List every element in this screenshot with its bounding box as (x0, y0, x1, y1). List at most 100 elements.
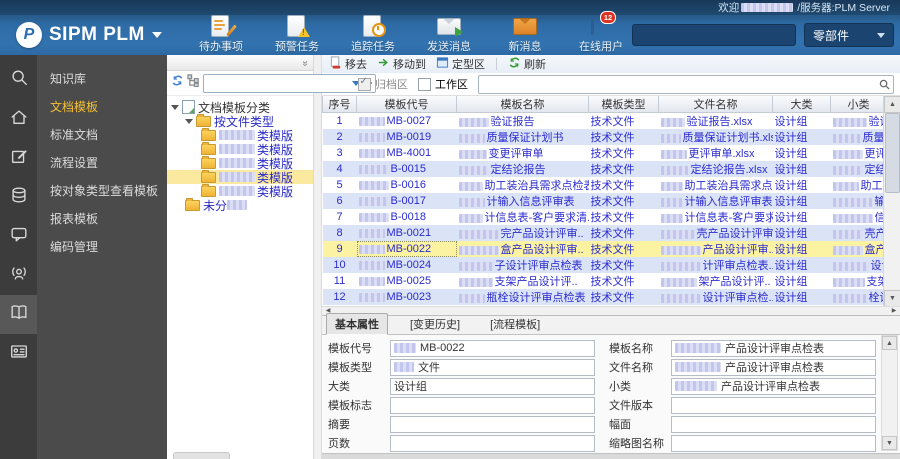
table-search-input[interactable] (479, 77, 879, 91)
tree-view-icon[interactable] (187, 74, 200, 92)
table-row[interactable]: 5B-0016助工装治具需求点检表技术文件助工装治具需求点检..设计组助工装治具… (323, 177, 886, 193)
fixed-zone-button[interactable]: 定型区 (433, 56, 488, 72)
refresh-button[interactable]: 刷新 (505, 56, 549, 72)
col-template-code[interactable]: 模板代号 (356, 96, 457, 113)
todo-tasks-button[interactable]: 待办事项 (190, 15, 252, 54)
field-input[interactable]: 设计组 (390, 377, 595, 395)
table-row[interactable]: 8MB-0021完产品设计评审..技术文件壳产品设计评审..设计组壳产品设.. (322, 225, 887, 241)
alert-tasks-button[interactable]: 预警任务 (266, 15, 328, 54)
field-input[interactable]: 文件 (390, 358, 595, 376)
vertical-scrollbar[interactable]: ▲ ▼ (883, 96, 900, 307)
global-search-input[interactable] (632, 24, 796, 46)
col-minor-class[interactable]: 小类 (830, 96, 887, 113)
censored-text (832, 165, 863, 175)
censored-text (458, 133, 485, 143)
tree-search-input[interactable] (204, 76, 350, 90)
panel-splitter[interactable] (314, 55, 322, 459)
field-input[interactable] (390, 434, 595, 452)
app-logo[interactable]: P SIPM PLM (0, 22, 190, 48)
table-row[interactable]: 7B-0018计信息表-客户要求清..技术文件计信息表-客户要求清..设计组信息… (323, 209, 886, 225)
table-row[interactable]: 10MB-0024子设计评审点检表技术文件计评审点检表..设计组设计评审.. (322, 257, 887, 273)
caret-down-icon[interactable] (171, 104, 179, 110)
rail-compose[interactable] (0, 139, 37, 178)
scroll-down-icon[interactable]: ▼ (884, 290, 900, 307)
field-input[interactable] (390, 396, 595, 414)
table-row[interactable]: 9MB-0022盒产品设计评审..技术文件产品设计评审..设计组盒产品设.. (322, 241, 887, 257)
rail-chat[interactable] (0, 217, 37, 256)
col-major-class[interactable]: 大类 (772, 96, 831, 113)
scroll-up-icon[interactable]: ▲ (882, 336, 897, 350)
rail-sipm-search[interactable] (0, 61, 37, 100)
rail-database[interactable] (0, 178, 37, 217)
field-input[interactable] (390, 415, 595, 433)
remove-button[interactable]: 移去 (326, 56, 370, 72)
details-scrollbar[interactable]: ▲ ▼ (881, 335, 898, 451)
server-label: /服务器:PLM Server (797, 2, 890, 14)
online-users-button[interactable]: 12 在线用户 (570, 11, 632, 54)
table-row[interactable]: 6B-0017计输入信息评审表技术文件计输入信息评审表.xlsx设计组输入信息评… (322, 193, 887, 209)
rail-bulletin[interactable] (0, 334, 37, 373)
censored-text (358, 180, 389, 190)
collapse-panel-icon[interactable]: » (300, 60, 311, 65)
field-input[interactable] (671, 396, 876, 414)
scrollbar-thumb[interactable] (885, 113, 900, 193)
list-toolbar: 移去 移动到 定型区 刷新 (322, 55, 900, 73)
menu-item[interactable]: 文档模板 (37, 93, 167, 121)
scroll-up-icon[interactable]: ▲ (884, 96, 900, 113)
tree-bottom-handle[interactable] (173, 452, 230, 459)
new-message-icon (512, 15, 538, 37)
tab-basic-properties[interactable]: 基本属性 (326, 313, 388, 335)
table-row[interactable]: 1MB-0027验证报告技术文件验证报告.xlsx设计组验证报告 (323, 113, 886, 130)
send-message-button[interactable]: 发送消息 (418, 15, 480, 54)
col-template-type[interactable]: 模板类型 (588, 96, 659, 113)
menu-item[interactable]: 按对象类型查看模板 (37, 177, 167, 205)
search-category-dropdown[interactable]: 零部件 (804, 23, 895, 47)
archive-zone-label: 归档区 (375, 79, 408, 91)
censored-text (358, 260, 385, 270)
field-input[interactable]: 产品设计评审点检表 (671, 377, 876, 395)
field-label: 模板名称 (609, 343, 653, 355)
tree-uncategorized[interactable]: 未分 (167, 197, 313, 213)
table-row[interactable]: 3MB-4001变更评审单技术文件更评审单.xlsx设计组更评审单 (323, 145, 886, 161)
field-input[interactable]: 产品设计评审点检表 (671, 339, 876, 357)
field-input[interactable] (671, 415, 876, 433)
work-zone-checkbox[interactable] (418, 77, 431, 91)
rail-broadcast[interactable] (0, 256, 37, 295)
menu-item[interactable]: 报表模板 (37, 205, 167, 233)
logo-caret-icon[interactable] (151, 32, 162, 38)
menu-item[interactable]: 标准文档 (37, 121, 167, 149)
field-input[interactable]: MB-0022 (390, 339, 595, 357)
table-row[interactable]: 2MB-0019质量保证计划书技术文件质量保证计划书.xlsx设计组质量保证计划… (322, 129, 887, 145)
rail-library[interactable] (0, 295, 37, 334)
details-tabs: 基本属性 [变更历史] [流程模板] (322, 313, 900, 335)
scroll-down-icon[interactable]: ▼ (882, 436, 897, 450)
status-strip: 欢迎 /服务器:PLM Server (0, 0, 900, 15)
table-row[interactable]: 11MB-0025支架产品设计评..技术文件架产品设计评..设计组支架产品.. (323, 273, 887, 289)
caret-down-icon[interactable] (185, 118, 193, 124)
archive-zone-checkbox[interactable] (358, 76, 371, 91)
tree-item[interactable]: 类模版 (167, 183, 313, 199)
rail-home[interactable] (0, 100, 37, 139)
move-to-button[interactable]: 移动到 (374, 56, 429, 72)
table-row[interactable]: 12MB-0023瓶栓设计评审点检表技术文件设计评审点检..设计组栓设计评.. (322, 289, 887, 305)
field-input[interactable]: 产品设计评审点检表 (671, 358, 876, 376)
scroll-right-icon[interactable]: ▶ (888, 307, 900, 314)
table-row[interactable]: 4B-0015定结论报告技术文件定结论报告.xlsx设计组定结论报告 (322, 161, 887, 177)
menu-item[interactable]: 流程设置 (37, 149, 167, 177)
field-label: 文件名称 (609, 362, 653, 374)
col-template-name[interactable]: 模板名称 (456, 96, 589, 113)
tree-panel-header: » (167, 55, 313, 71)
new-message-button[interactable]: 新消息 (494, 15, 556, 54)
search-icon (879, 79, 890, 90)
censored-text (358, 164, 389, 174)
menu-item[interactable]: 知识库 (37, 65, 167, 93)
track-tasks-button[interactable]: 追踪任务 (342, 15, 404, 54)
menu-item[interactable]: 编码管理 (37, 233, 167, 261)
tab-process-template[interactable]: [流程模板] (482, 314, 548, 334)
col-seq[interactable]: 序号 (322, 96, 357, 113)
tab-change-history[interactable]: [变更历史] (402, 314, 468, 334)
field-input[interactable] (671, 434, 876, 452)
refresh-tree-icon[interactable] (171, 74, 184, 92)
welcome-text: 欢迎 /服务器:PLM Server (718, 0, 890, 15)
col-file-name[interactable]: 文件名称 (658, 96, 773, 113)
